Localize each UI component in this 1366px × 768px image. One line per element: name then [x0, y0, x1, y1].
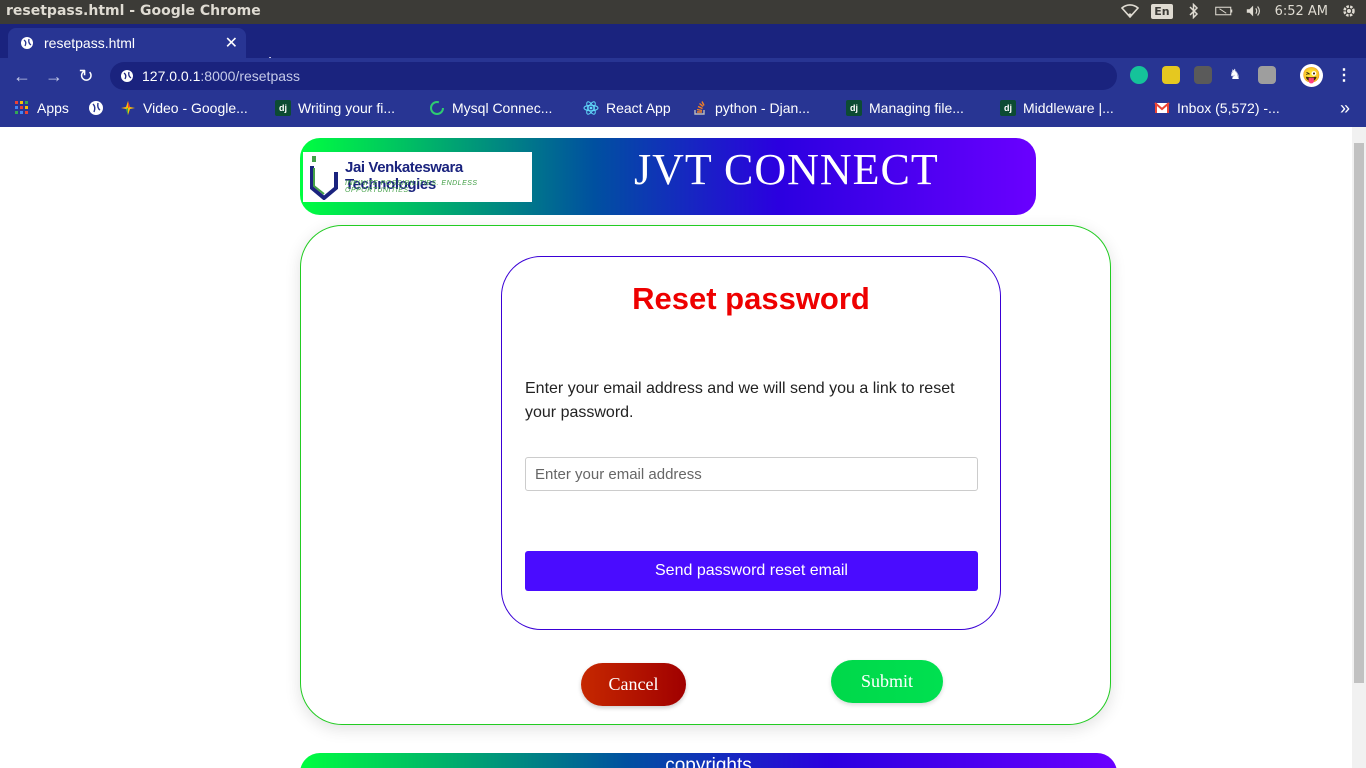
- bookmark-middleware[interactable]: dj Middleware |...: [1000, 100, 1114, 116]
- bookmark-mysql-connector[interactable]: Mysql Connec...: [429, 100, 552, 116]
- react-icon: [583, 101, 599, 115]
- bookmark-managing-files[interactable]: dj Managing file...: [846, 100, 964, 116]
- bookmark-react-app[interactable]: React App: [583, 100, 671, 116]
- bookmark-label: Mysql Connec...: [452, 100, 553, 116]
- django-icon: dj: [275, 100, 291, 116]
- cancel-button[interactable]: Cancel: [581, 663, 686, 706]
- bookmark-label: Middleware |...: [1023, 100, 1114, 116]
- close-tab-icon[interactable]: ✕: [225, 33, 238, 53]
- globe-icon: [21, 37, 33, 49]
- tab-title: resetpass.html: [44, 35, 136, 51]
- send-reset-email-button[interactable]: Send password reset email: [525, 551, 978, 591]
- os-top-bar: resetpass.html - Google Chrome En 6:52 A…: [0, 0, 1366, 24]
- profile-avatar[interactable]: 😜: [1300, 64, 1323, 87]
- reload-icon[interactable]: ↻: [74, 64, 98, 88]
- bookmark-label: Writing your fi...: [298, 100, 395, 116]
- window-title: resetpass.html - Google Chrome: [6, 3, 261, 19]
- extension-icon[interactable]: [1258, 66, 1276, 84]
- loading-ring-icon: [430, 101, 444, 115]
- bookmark-apps[interactable]: Apps: [14, 100, 69, 116]
- more-bookmarks-chevron-icon[interactable]: »: [1340, 98, 1350, 119]
- bookmark-python-django[interactable]: python - Djan...: [692, 100, 810, 116]
- bookmarks-bar: Apps Video - Google... dj Writing your f…: [0, 94, 1366, 127]
- grammarly-extension-icon[interactable]: [1130, 66, 1148, 84]
- keyboard-layout-indicator[interactable]: En: [1151, 3, 1173, 19]
- bookmark-inbox[interactable]: Inbox (5,572) -...: [1154, 100, 1280, 116]
- system-tray: En 6:52 AM: [1121, 2, 1358, 20]
- logo-tagline: INFINITE POSSIBILITIES. ENDLESS OPPORTUN…: [345, 180, 478, 194]
- django-icon: dj: [1000, 100, 1016, 116]
- bookmark-label: Managing file...: [869, 100, 964, 116]
- bookmark-label: React App: [606, 100, 671, 116]
- bluetooth-icon[interactable]: [1185, 2, 1203, 20]
- logo-mark-icon: [310, 156, 338, 200]
- paw-extension-icon[interactable]: ♞: [1226, 66, 1244, 84]
- url-path: :8000/resetpass: [200, 68, 301, 84]
- submit-button[interactable]: Submit: [831, 660, 943, 703]
- bookmark-writing-your[interactable]: dj Writing your fi...: [275, 100, 395, 116]
- bookmark-label: Inbox (5,572) -...: [1177, 100, 1280, 116]
- clock[interactable]: 6:52 AM: [1275, 4, 1328, 19]
- google-video-icon: [121, 101, 135, 115]
- chrome-menu-icon[interactable]: ⋮: [1336, 65, 1352, 85]
- footer-banner: copyrights: [300, 753, 1117, 768]
- gmail-icon: [1154, 102, 1170, 113]
- back-arrow-icon[interactable]: ←: [10, 64, 34, 88]
- reset-instructions: Enter your email address and we will sen…: [525, 380, 955, 421]
- company-logo: Jai Venkateswara Technologies INFINITE P…: [303, 152, 532, 202]
- classroom-extension-icon[interactable]: [1162, 66, 1180, 84]
- scrollbar-thumb[interactable]: [1354, 143, 1364, 683]
- forward-arrow-icon[interactable]: →: [42, 64, 66, 88]
- url-host: 127.0.0.1: [142, 68, 201, 84]
- tab-strip: resetpass.html ✕ +: [0, 24, 1366, 74]
- header-banner: Jai Venkateswara Technologies INFINITE P…: [300, 138, 1036, 215]
- bookmark-label: Video - Google...: [143, 100, 248, 116]
- footer-copyright: copyrights: [665, 755, 752, 768]
- bookmark-label: Apps: [37, 100, 69, 116]
- bookmark-video-google[interactable]: Video - Google...: [120, 100, 248, 116]
- reset-form-container: Reset password Enter your email address …: [300, 225, 1111, 725]
- tab-resetpass[interactable]: resetpass.html ✕: [8, 28, 246, 58]
- page-scrollbar[interactable]: [1352, 127, 1366, 768]
- address-bar[interactable]: 127.0.0.1:8000/resetpass: [110, 62, 1117, 90]
- site-info-icon[interactable]: [120, 69, 134, 83]
- settings-gear-icon[interactable]: [1340, 2, 1358, 20]
- reset-password-card: Reset password Enter your email address …: [501, 256, 1001, 630]
- site-title: JVT CONNECT: [634, 145, 939, 194]
- battery-icon[interactable]: [1214, 2, 1233, 20]
- apps-grid-icon: [15, 101, 28, 114]
- wifi-icon[interactable]: [1121, 2, 1140, 20]
- django-icon: dj: [846, 100, 862, 116]
- globe-icon: [89, 101, 103, 115]
- reset-password-heading: Reset password: [632, 281, 870, 316]
- page-viewport: Jai Venkateswara Technologies INFINITE P…: [0, 127, 1352, 768]
- bookmark-globe[interactable]: [88, 100, 104, 116]
- browser-toolbar: ← → ↻ 127.0.0.1:8000/resetpass ♞ 😜 ⋮: [0, 58, 1366, 94]
- url-text: 127.0.0.1:8000/resetpass: [142, 68, 300, 84]
- screen-extension-icon[interactable]: [1194, 66, 1212, 84]
- volume-icon[interactable]: [1245, 2, 1263, 20]
- stackoverflow-icon: [694, 101, 705, 115]
- bookmark-label: python - Djan...: [715, 100, 810, 116]
- email-field[interactable]: [525, 457, 978, 491]
